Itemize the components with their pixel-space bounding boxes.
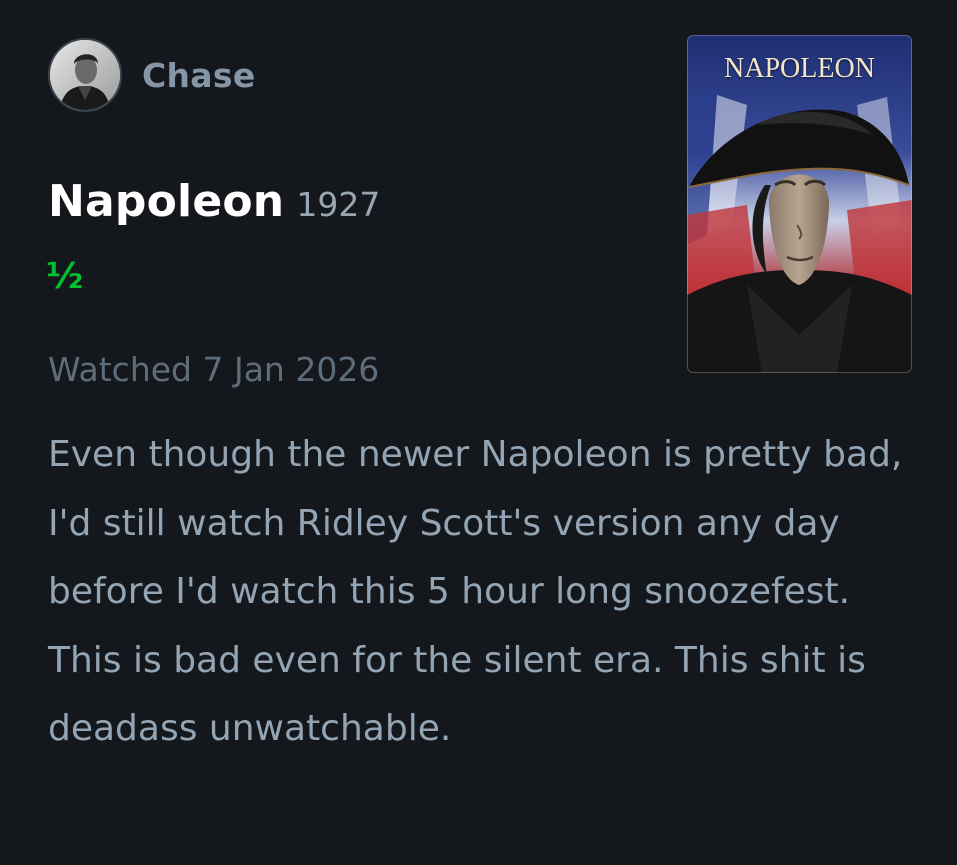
film-title[interactable]: Napoleon bbox=[48, 176, 284, 227]
poster-title: NAPOLEON bbox=[724, 53, 875, 84]
star-rating: ½ bbox=[46, 256, 84, 297]
review-author[interactable]: Chase bbox=[48, 38, 256, 112]
person-avatar-icon bbox=[50, 40, 120, 110]
film-poster[interactable]: NAPOLEON bbox=[687, 35, 912, 373]
watched-date: Watched 7 Jan 2026 bbox=[48, 350, 380, 389]
film-heading: Napoleon 1927 bbox=[48, 176, 380, 227]
author-name[interactable]: Chase bbox=[142, 56, 256, 95]
film-year[interactable]: 1927 bbox=[296, 185, 380, 224]
review-card: Chase Napoleon 1927 ½ Watched 7 Jan 2026… bbox=[0, 0, 957, 865]
review-text: Even though the newer Napoleon is pretty… bbox=[48, 434, 903, 749]
poster-artwork bbox=[687, 35, 912, 373]
author-avatar[interactable] bbox=[48, 38, 122, 112]
